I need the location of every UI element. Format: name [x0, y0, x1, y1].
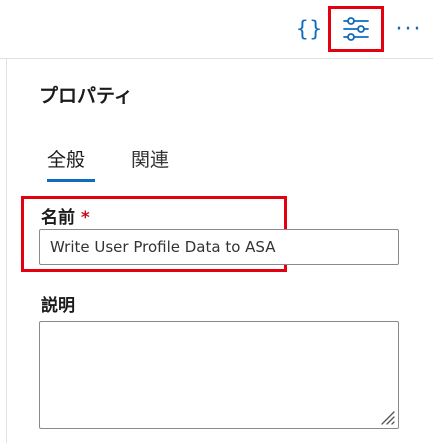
sliders-icon: [343, 17, 369, 41]
code-view-button[interactable]: {}: [294, 12, 324, 46]
toolbar: {} ···: [0, 0, 433, 59]
tab-general[interactable]: 全般: [47, 145, 85, 172]
tab-related[interactable]: 関連: [131, 145, 169, 172]
properties-button[interactable]: [328, 6, 384, 52]
panel-title: プロパティ: [39, 85, 133, 107]
name-label: 名前 *: [41, 203, 90, 228]
properties-panel: プロパティ 全般 関連 名前 * 説明: [6, 59, 433, 443]
resize-grip-icon[interactable]: [379, 409, 395, 425]
required-mark: *: [80, 208, 90, 228]
more-icon: ···: [395, 16, 423, 42]
name-input[interactable]: [39, 229, 399, 265]
more-options-button[interactable]: ···: [390, 10, 428, 48]
name-label-text: 名前: [41, 208, 75, 228]
code-braces-icon: {}: [295, 17, 323, 41]
description-textarea[interactable]: [39, 321, 399, 429]
description-label: 説明: [41, 296, 75, 316]
tab-selected-indicator: [47, 179, 95, 182]
